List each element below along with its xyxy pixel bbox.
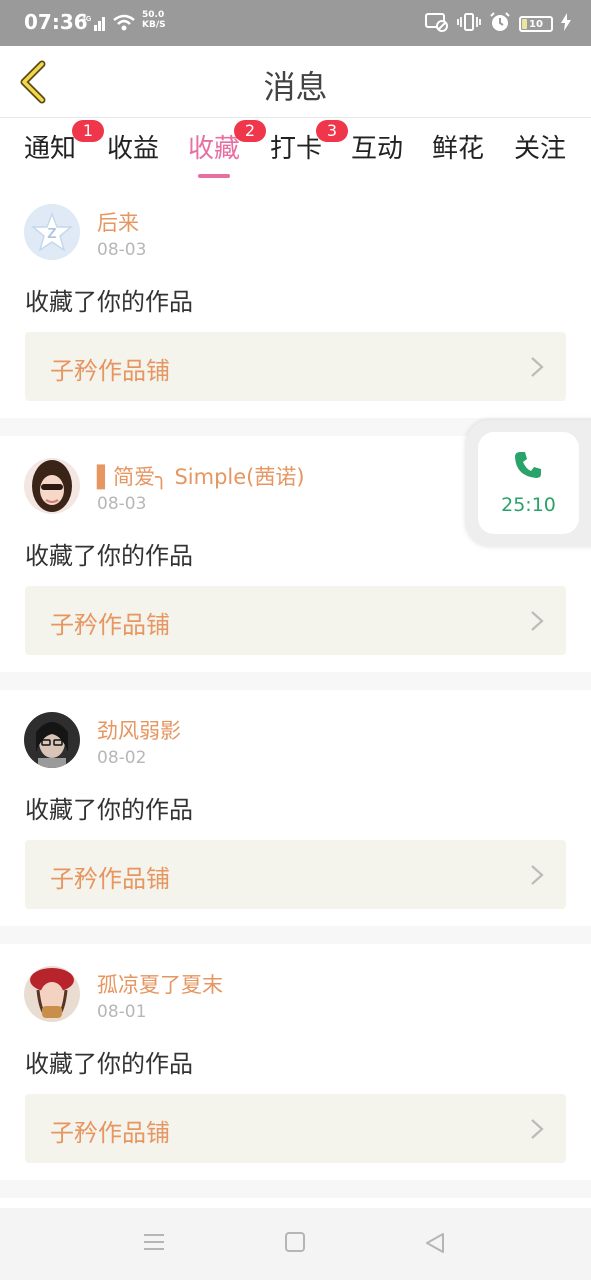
list-item: 孤凉夏了夏末 08-01 收藏了你的作品 子矜作品铺 — [0, 944, 591, 1180]
shop-name: 子矜作品铺 — [50, 865, 170, 893]
username[interactable]: ▌简爱╮ Simple(茜诺) — [97, 461, 305, 491]
date: 08-03 — [97, 240, 147, 260]
username[interactable]: 后来 — [97, 207, 139, 237]
floating-call-widget[interactable]: 25:10 — [466, 420, 591, 546]
charging-icon — [561, 13, 571, 35]
shop-name: 子矜作品铺 — [50, 611, 170, 639]
tab-badge: 1 — [72, 120, 104, 142]
username[interactable]: 劲风弱影 — [97, 715, 181, 745]
status-time: 07:36 — [24, 10, 88, 34]
list-item: 劲风弱影 08-02 收藏了你的作品 子矜作品铺 — [0, 690, 591, 926]
avatar[interactable] — [24, 458, 80, 514]
date: 08-02 — [97, 748, 147, 768]
action-text: 收藏了你的作品 — [25, 1050, 193, 1078]
header: 消息 — [0, 46, 591, 118]
list-item: Z 后来 08-03 收藏了你的作品 子矜作品铺 — [0, 182, 591, 418]
back-triangle-icon[interactable] — [424, 1232, 446, 1258]
shop-name: 子矜作品铺 — [50, 357, 170, 385]
user-photo-icon — [24, 966, 80, 1022]
tab-notice[interactable]: 通知 1 — [20, 120, 104, 178]
system-nav-bar — [0, 1208, 591, 1280]
avatar[interactable] — [24, 966, 80, 1022]
svg-text:4G: 4G — [82, 16, 92, 23]
username[interactable]: 孤凉夏了夏末 — [97, 969, 223, 999]
tab-label: 鲜花 — [431, 134, 484, 164]
tab-checkin[interactable]: 打卡 3 — [266, 120, 348, 178]
status-bar: 07:36 4G 50.0 KB/S 10 — [0, 0, 591, 46]
user-photo-icon — [24, 712, 80, 768]
cast-off-icon — [425, 12, 449, 36]
shop-link[interactable]: 子矜作品铺 — [25, 840, 566, 909]
call-duration: 25:10 — [501, 494, 556, 516]
shop-link[interactable]: 子矜作品铺 — [25, 586, 566, 655]
chevron-right-icon — [531, 1119, 544, 1139]
chevron-right-icon — [531, 611, 544, 631]
network-speed: 50.0 KB/S — [142, 10, 166, 30]
call-widget-panel: 25:10 — [478, 432, 579, 534]
tab-follow[interactable]: 关注 — [510, 128, 570, 178]
date: 08-01 — [97, 1002, 147, 1022]
avatar[interactable]: Z — [24, 204, 80, 260]
action-text: 收藏了你的作品 — [25, 288, 193, 316]
battery-icon: 10 — [519, 16, 553, 32]
action-text: 收藏了你的作品 — [25, 542, 193, 570]
home-square-icon[interactable] — [285, 1232, 305, 1256]
tab-income[interactable]: 收益 — [103, 128, 163, 178]
action-text: 收藏了你的作品 — [25, 796, 193, 824]
tab-badge: 2 — [234, 120, 266, 142]
tab-favorites[interactable]: 收藏 2 — [184, 120, 266, 178]
chevron-right-icon — [531, 865, 544, 885]
active-tab-indicator — [198, 174, 230, 178]
date: 08-03 — [97, 494, 147, 514]
shop-name: 子矜作品铺 — [50, 1119, 170, 1147]
wifi-icon — [112, 14, 136, 36]
alarm-icon — [489, 12, 511, 36]
tab-flowers[interactable]: 鲜花 — [428, 128, 488, 178]
tab-badge: 3 — [316, 120, 348, 142]
user-photo-icon — [24, 458, 80, 514]
menu-icon[interactable] — [143, 1232, 165, 1256]
shop-link[interactable]: 子矜作品铺 — [25, 332, 566, 401]
phone-icon — [515, 452, 541, 478]
signal-icon: 4G — [82, 14, 108, 36]
page-title: 消息 — [263, 68, 328, 106]
avatar[interactable] — [24, 712, 80, 768]
svg-text:Z: Z — [47, 225, 56, 242]
tab-label: 收益 — [106, 134, 159, 164]
tab-label: 关注 — [513, 134, 566, 164]
shop-link[interactable]: 子矜作品铺 — [25, 1094, 566, 1163]
tab-label: 通知 — [23, 134, 76, 164]
default-avatar-icon: Z — [24, 204, 80, 260]
vibrate-icon — [457, 12, 481, 36]
chevron-right-icon — [531, 357, 544, 377]
tab-label: 互动 — [350, 134, 403, 164]
tab-interaction[interactable]: 互动 — [347, 128, 407, 178]
tab-bar: 通知 1 收益 收藏 2 打卡 3 互动 鲜花 关注 — [0, 118, 591, 182]
